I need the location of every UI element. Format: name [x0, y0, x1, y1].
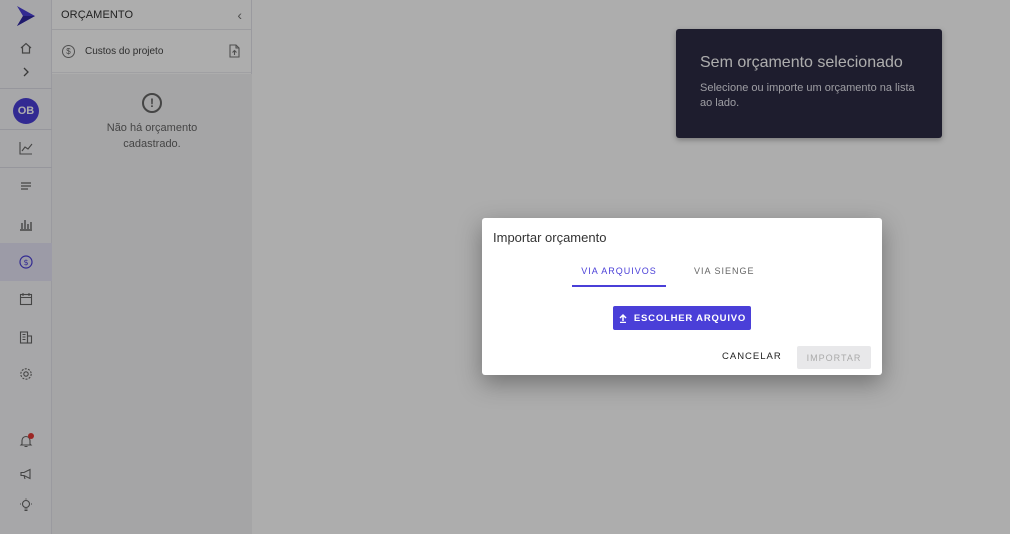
tab-via-arquivos[interactable]: VIA ARQUIVOS [572, 266, 666, 276]
choose-file-label: ESCOLHER ARQUIVO [633, 312, 747, 324]
dialog-title: Importar orçamento [493, 230, 607, 245]
tab-via-sienge[interactable]: VIA SIENGE [694, 266, 755, 276]
import-budget-dialog: Importar orçamento VIA ARQUIVOS VIA SIEN… [482, 218, 882, 375]
cancel-button[interactable]: CANCELAR [722, 351, 782, 362]
upload-icon [619, 313, 627, 323]
choose-file-button[interactable]: ESCOLHER ARQUIVO [613, 306, 751, 330]
active-tab-indicator [572, 285, 666, 287]
import-button[interactable]: IMPORTAR [797, 346, 871, 369]
